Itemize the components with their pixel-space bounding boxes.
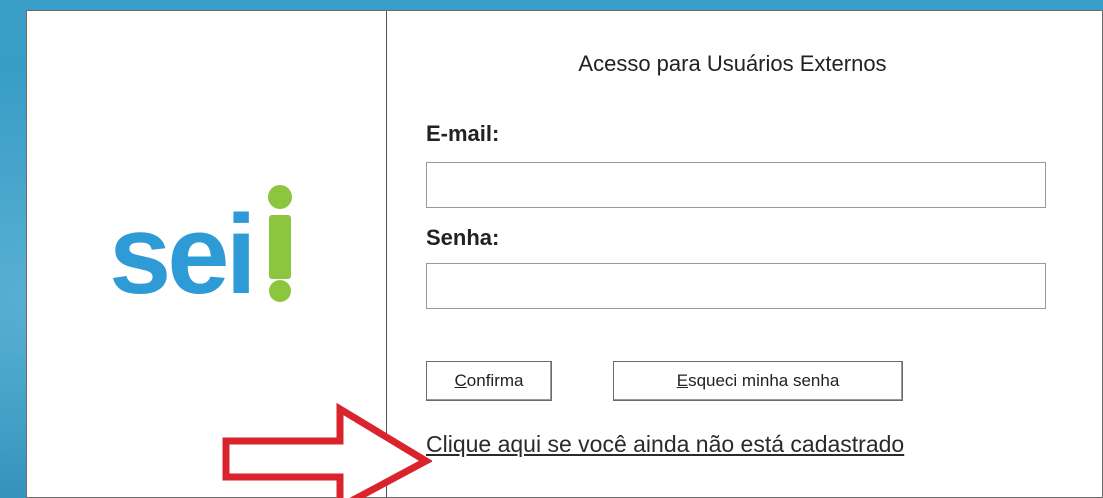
login-panel: sei Acesso para Usuários Externos E-mail…: [26, 10, 1103, 498]
logo-exclamation-dot: [269, 280, 291, 302]
password-label: Senha:: [426, 225, 500, 250]
forgot-button-accel: E: [676, 371, 689, 390]
confirm-button[interactable]: Confirma: [426, 361, 552, 401]
forgot-password-button[interactable]: Esqueci minha senha: [613, 361, 903, 401]
email-label: E-mail:: [426, 121, 500, 146]
logo-exclamation-dot-top: [268, 185, 292, 209]
confirm-button-label: onfirma: [466, 371, 524, 390]
signup-link[interactable]: Clique aqui se você ainda não está cadas…: [426, 431, 904, 458]
login-form: Acesso para Usuários Externos E-mail: Se…: [387, 11, 1102, 497]
sei-logo-text: sei: [109, 192, 253, 311]
page-title: Acesso para Usuários Externos: [578, 51, 887, 76]
email-field[interactable]: [426, 162, 1046, 208]
logo-exclamation-bar: [269, 215, 291, 279]
forgot-button-label: squeci minha senha: [688, 371, 840, 390]
password-field[interactable]: [426, 263, 1046, 309]
right-arrow-icon: [222, 403, 432, 498]
confirm-button-accel: C: [454, 371, 467, 390]
sei-logo: sei: [109, 185, 292, 311]
